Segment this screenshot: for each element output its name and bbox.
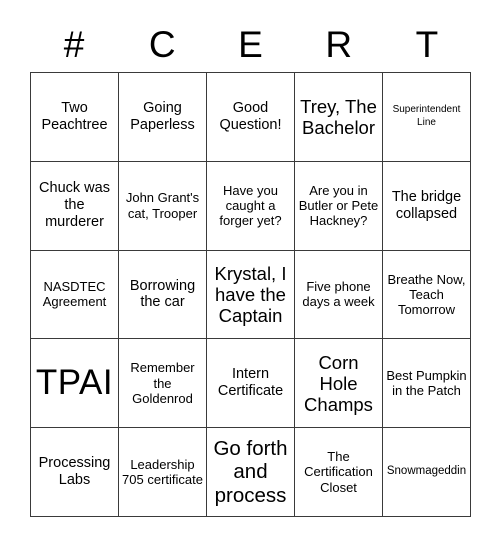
bingo-cell-label: John Grant's cat, Trooper: [125, 190, 200, 221]
bingo-cell[interactable]: Breathe Now, Teach Tomorrow: [383, 250, 471, 340]
bingo-cell-label: Are you in Butler or Pete Hackney?: [298, 182, 379, 229]
bingo-grid: Two Peachtree Going Paperless Good Quest…: [30, 72, 471, 517]
bingo-header-row: # C E R T: [30, 16, 471, 72]
bingo-cell[interactable]: Go forth and process: [207, 428, 295, 517]
bingo-cell[interactable]: Processing Labs: [31, 428, 119, 517]
bingo-cell-label: Corn Hole Champs: [304, 351, 373, 415]
bingo-cell[interactable]: The Certification Closet: [295, 428, 383, 517]
bingo-cell-label: The bridge collapsed: [391, 188, 462, 222]
bingo-cell-label: Going Paperless: [130, 100, 195, 133]
bingo-cell-label: Processing Labs: [38, 455, 111, 489]
bingo-cell-label: Krystal, I have the Captain: [214, 262, 287, 327]
bingo-cell[interactable]: Going Paperless: [119, 73, 207, 162]
bingo-cell-label: Breathe Now, Teach Tomorrow: [387, 271, 466, 318]
bingo-cell-label: Intern Certificate: [217, 366, 284, 400]
header-letter-3: R: [325, 23, 353, 65]
bingo-cell[interactable]: Good Question!: [207, 73, 295, 162]
bingo-cell-label: Good Question!: [219, 100, 282, 133]
bingo-cell-label: The Certification Closet: [304, 449, 373, 495]
header-letter-0: #: [63, 23, 85, 65]
bingo-cell[interactable]: Remember the Goldenrod: [119, 339, 207, 429]
bingo-cell[interactable]: Chuck was the murderer: [31, 161, 119, 251]
bingo-cell[interactable]: Snowmageddin: [383, 428, 471, 517]
bingo-cell[interactable]: John Grant's cat, Trooper: [119, 161, 207, 251]
bingo-cell-label: Remember the Goldenrod: [130, 360, 195, 406]
bingo-cell[interactable]: Intern Certificate: [207, 339, 295, 429]
bingo-cell-label: Have you caught a forger yet?: [219, 182, 282, 229]
bingo-cell-label: Leadership 705 certificate: [122, 456, 203, 488]
bingo-cell[interactable]: NASDTEC Agreement: [31, 250, 119, 340]
bingo-cell-label: Go forth and process: [213, 437, 288, 507]
bingo-cell-label: Snowmageddin: [386, 465, 467, 478]
bingo-cell[interactable]: Two Peachtree: [31, 73, 119, 162]
bingo-cell-label: Five phone days a week: [302, 279, 375, 310]
bingo-cell-label: Trey, The Bachelor: [300, 95, 377, 138]
bingo-cell[interactable]: Have you caught a forger yet?: [207, 161, 295, 251]
bingo-cell[interactable]: Superintendent Line: [383, 73, 471, 162]
bingo-card: # C E R T Two Peachtree Going Paperless …: [30, 16, 471, 517]
header-letter-4: T: [415, 23, 439, 65]
bingo-cell-label: Best Pumpkin in the Patch: [386, 367, 467, 399]
bingo-cell-label: NASDTEC Agreement: [42, 279, 107, 310]
bingo-cell[interactable]: Best Pumpkin in the Patch: [383, 339, 471, 429]
bingo-cell-label: Superintendent Line: [392, 104, 461, 128]
bingo-cell-label: TPAI: [35, 362, 114, 402]
bingo-cell-label: Two Peachtree: [41, 100, 108, 133]
bingo-cell[interactable]: Are you in Butler or Pete Hackney?: [295, 161, 383, 251]
bingo-cell[interactable]: Trey, The Bachelor: [295, 73, 383, 162]
bingo-cell[interactable]: Krystal, I have the Captain: [207, 250, 295, 340]
header-letter-1: C: [148, 23, 176, 65]
bingo-cell[interactable]: Leadership 705 certificate: [119, 428, 207, 517]
bingo-cell-label: Chuck was the murderer: [39, 180, 110, 231]
bingo-cell[interactable]: The bridge collapsed: [383, 161, 471, 251]
bingo-cell[interactable]: TPAI: [31, 339, 119, 429]
bingo-cell[interactable]: Corn Hole Champs: [295, 339, 383, 429]
bingo-cell[interactable]: Borrowing the car: [119, 250, 207, 340]
bingo-cell[interactable]: Five phone days a week: [295, 250, 383, 340]
header-letter-2: E: [238, 23, 263, 65]
bingo-cell-label: Borrowing the car: [129, 277, 196, 311]
